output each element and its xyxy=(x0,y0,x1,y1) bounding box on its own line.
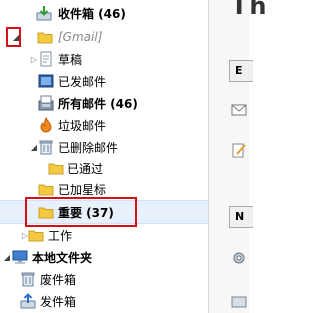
highlight-box-expander xyxy=(6,27,21,47)
folder-gmail[interactable]: ◢ [Gmail] xyxy=(0,26,208,48)
folder-spam[interactable]: 垃圾邮件 xyxy=(0,114,208,136)
folder-all-mail-label: 所有邮件 (46) xyxy=(58,96,138,111)
compose-icon xyxy=(231,142,247,158)
box-icon xyxy=(231,292,247,308)
folder-local-label: 本地文件夹 xyxy=(32,250,93,265)
flame-icon xyxy=(38,117,54,133)
folder-sent[interactable]: 已发邮件 xyxy=(0,70,208,92)
folder-work[interactable]: ▷ 工作 xyxy=(0,224,208,246)
folder-spam-label: 垃圾邮件 xyxy=(58,118,107,133)
all-mail-icon xyxy=(38,95,54,111)
folder-drafts[interactable]: ▷ 草稿 xyxy=(0,48,208,70)
folder-sent-label: 已发邮件 xyxy=(58,74,107,89)
pane-title: Th xyxy=(231,0,269,20)
folder-trash-label: 废件箱 xyxy=(40,272,77,287)
folder-icon xyxy=(37,29,53,45)
folder-passed[interactable]: 已通过 xyxy=(0,157,208,179)
folder-inbox[interactable]: 收件箱 (46) xyxy=(0,2,208,24)
pane-button-1[interactable]: E xyxy=(229,60,253,82)
folder-starred-label: 已加星标 xyxy=(58,182,107,197)
folder-outbox-label: 发件箱 xyxy=(40,294,77,309)
trash-can-icon xyxy=(38,139,54,155)
highlight-box-important xyxy=(25,197,137,227)
folder-passed-label: 已通过 xyxy=(67,161,104,176)
trash-can-icon xyxy=(20,271,36,287)
inbox-icon xyxy=(36,5,52,21)
folder-all-mail[interactable]: 所有邮件 (46) xyxy=(0,92,208,114)
folder-icon xyxy=(38,181,54,197)
folder-outbox[interactable]: 发件箱 xyxy=(0,290,208,312)
message-pane: Th E N xyxy=(208,0,266,313)
folder-inbox-label: 收件箱 (46) xyxy=(58,6,126,21)
envelope-icon xyxy=(231,102,247,118)
folder-icon xyxy=(28,227,44,243)
draft-page-icon xyxy=(38,51,54,67)
folder-work-label: 工作 xyxy=(48,228,73,243)
folder-local[interactable]: ◢ 本地文件夹 xyxy=(0,246,208,268)
computer-icon xyxy=(12,249,28,265)
folder-icon xyxy=(48,160,64,176)
pane-button-2[interactable]: N xyxy=(229,206,253,228)
outbox-icon xyxy=(20,293,36,309)
folder-drafts-label: 草稿 xyxy=(58,52,83,67)
folder-deleted-label: 已删除邮件 xyxy=(58,140,119,155)
sent-icon xyxy=(38,73,54,89)
folder-tree: 收件箱 (46) ◢ [Gmail] ▷ 草稿 已发邮件 所有邮件 (46) 垃… xyxy=(0,0,208,313)
folder-deleted[interactable]: ◢ 已删除邮件 xyxy=(0,136,208,158)
folder-trash[interactable]: 废件箱 xyxy=(0,268,208,290)
collapse-local-icon[interactable]: ◢ xyxy=(2,252,12,262)
folder-gmail-label: [Gmail] xyxy=(58,30,103,44)
gear-icon xyxy=(231,250,247,266)
